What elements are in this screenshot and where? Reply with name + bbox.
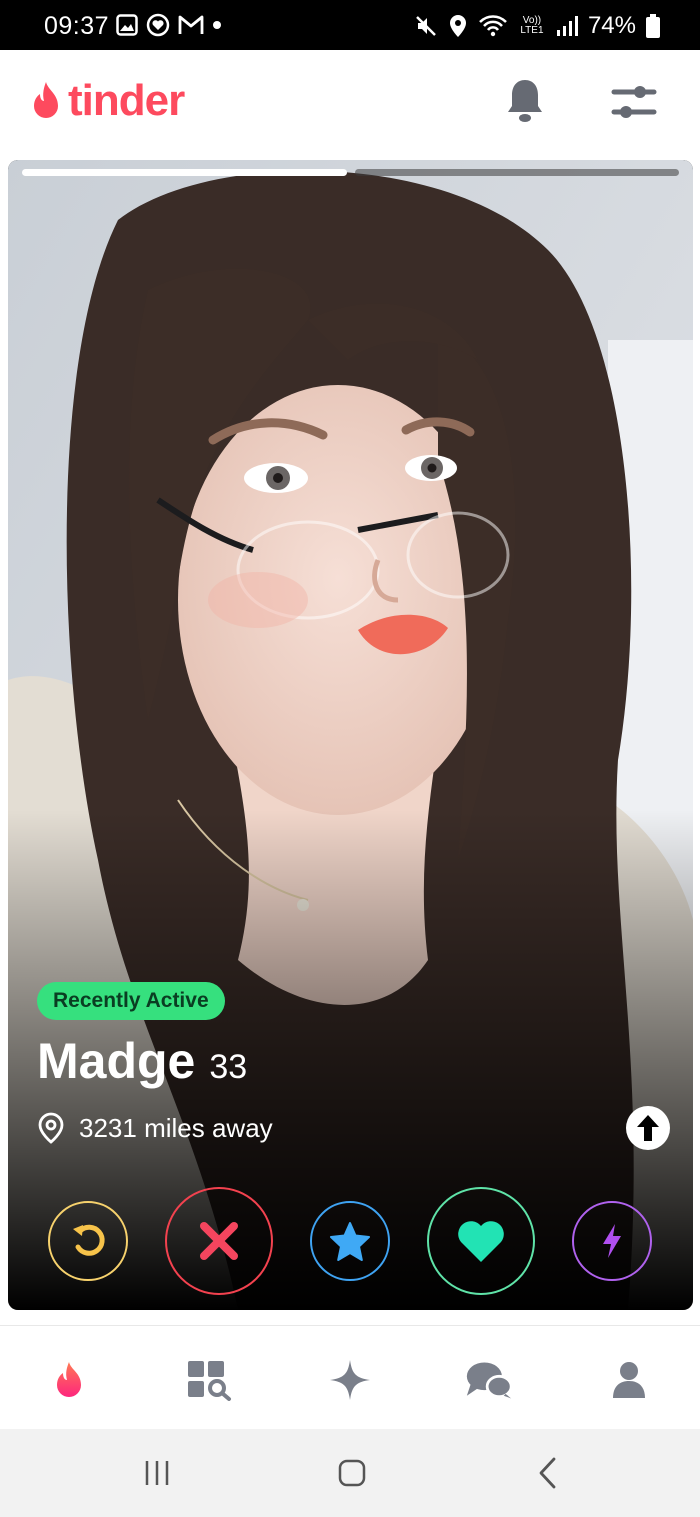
super-like-button[interactable] — [310, 1201, 390, 1281]
profile-card[interactable]: Recently Active Madge 33 3231 miles away — [8, 160, 693, 1310]
rewind-icon — [73, 1224, 105, 1256]
open-profile-button[interactable] — [626, 1106, 670, 1150]
dot-icon — [213, 21, 221, 29]
action-buttons — [8, 1185, 693, 1295]
nav-item-explore[interactable] — [185, 1356, 233, 1404]
home-button[interactable] — [332, 1453, 372, 1493]
recent-apps-icon — [145, 1461, 169, 1485]
status-system-icons: Vo)) LTE1 74% — [414, 12, 660, 40]
status-bar: 09:37 Vo)) LTE1 74% — [0, 0, 700, 50]
bottom-navigation — [0, 1325, 700, 1429]
profile-age: 33 — [209, 1048, 248, 1086]
nav-item-swipe[interactable] — [45, 1356, 93, 1404]
home-icon — [338, 1459, 366, 1487]
sparkle-icon — [330, 1360, 370, 1400]
location-pin-icon — [38, 1112, 64, 1144]
person-icon — [613, 1362, 645, 1398]
location-icon — [449, 15, 466, 37]
notification-bell-icon — [508, 80, 542, 122]
heart-circle-icon — [146, 13, 170, 37]
app-header: tinder — [0, 50, 700, 154]
lightning-icon — [603, 1224, 621, 1258]
distance-text: 3231 miles away — [79, 1112, 273, 1143]
gmail-icon — [178, 15, 204, 34]
nav-item-gold[interactable] — [326, 1356, 374, 1404]
photo-progress-segment-1 — [22, 169, 347, 176]
signal-icon — [556, 16, 578, 36]
nav-item-profile[interactable] — [605, 1356, 653, 1404]
nope-button[interactable] — [165, 1187, 273, 1295]
distance-row: 3231 miles away — [37, 1112, 273, 1144]
photo-progress-segment-2 — [354, 169, 679, 176]
system-navigation-bar — [0, 1429, 700, 1517]
tinder-logo[interactable]: tinder — [28, 76, 185, 126]
recent-apps-button[interactable] — [137, 1453, 177, 1493]
explore-grid-icon — [188, 1361, 231, 1401]
network-label: Vo)) LTE1 — [520, 15, 544, 36]
back-icon — [539, 1457, 556, 1489]
status-notification-icons — [116, 13, 222, 37]
gallery-icon — [116, 14, 138, 36]
boost-button[interactable] — [572, 1201, 652, 1281]
heart-icon — [458, 1221, 504, 1262]
battery-icon — [646, 14, 660, 38]
back-button[interactable] — [528, 1453, 568, 1493]
recently-active-badge: Recently Active — [37, 982, 225, 1020]
rewind-button[interactable] — [48, 1201, 128, 1281]
flame-logo-icon — [34, 82, 58, 118]
filter-sliders-icon — [611, 86, 657, 118]
photo-progress-bar — [22, 169, 679, 176]
battery-percent: 74% — [587, 12, 636, 39]
wifi-icon — [479, 15, 507, 37]
star-icon — [330, 1222, 370, 1261]
status-time: 09:37 — [44, 12, 110, 40]
close-x-icon — [200, 1222, 238, 1260]
name-age-row: Madge 33 — [37, 1032, 247, 1090]
logo-text: tinder — [68, 76, 185, 125]
notification-bell-button[interactable] — [505, 78, 545, 129]
chat-bubbles-icon — [466, 1362, 513, 1399]
nav-item-messages[interactable] — [465, 1356, 513, 1404]
mute-icon — [416, 16, 436, 36]
filter-button[interactable] — [610, 80, 658, 129]
like-button[interactable] — [427, 1187, 535, 1295]
flame-icon — [57, 1362, 81, 1397]
arrow-up-icon — [637, 1115, 659, 1141]
profile-name: Madge — [37, 1033, 196, 1089]
